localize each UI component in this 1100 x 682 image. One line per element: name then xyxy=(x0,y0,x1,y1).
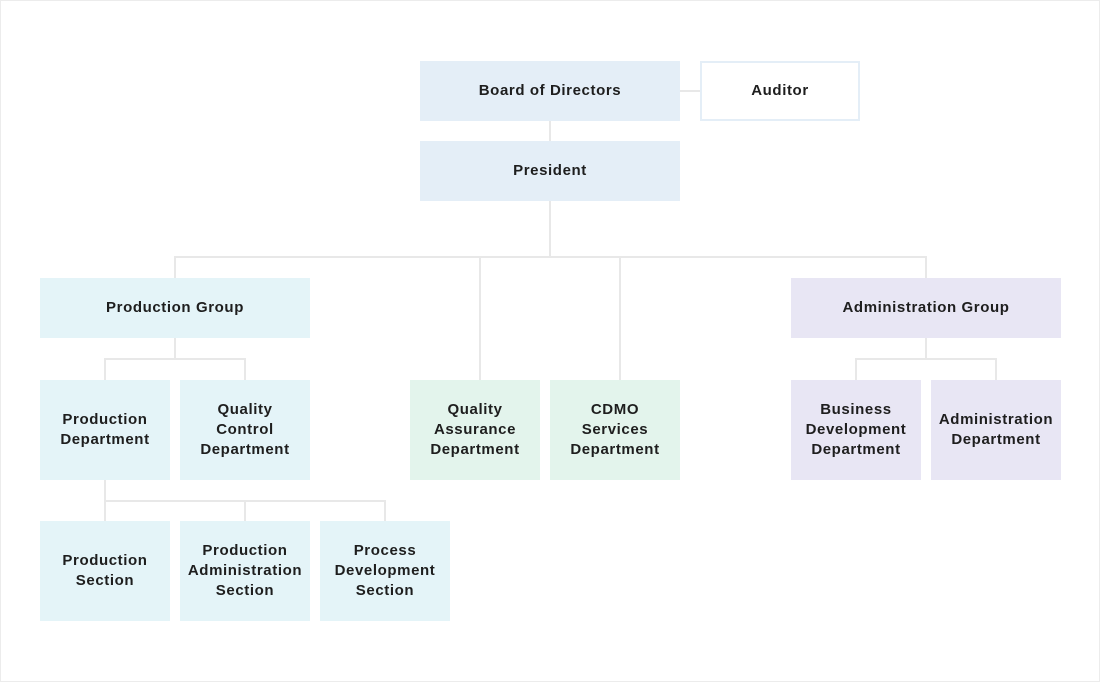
connector-to-quality-assurance xyxy=(479,256,481,380)
connector-level2-horizontal xyxy=(174,256,927,258)
connector-to-quality-control xyxy=(244,358,246,380)
node-quality-control-department: Quality Control Department xyxy=(180,380,310,480)
node-president: President xyxy=(420,141,680,201)
node-administration-department: Administration Department xyxy=(931,380,1061,480)
connector-president-down xyxy=(549,201,551,257)
node-production-group: Production Group xyxy=(40,278,310,338)
node-production-administration-section: Production Administration Section xyxy=(180,521,310,621)
connector-to-production-section xyxy=(104,500,106,521)
connector-admin-group-horizontal xyxy=(855,358,997,360)
connector-to-administration-group xyxy=(925,256,927,278)
node-auditor: Auditor xyxy=(700,61,860,121)
connector-to-process-dev-section xyxy=(384,500,386,521)
connector-to-production-department xyxy=(104,358,106,380)
connector-production-department-down xyxy=(104,480,106,501)
node-administration-group: Administration Group xyxy=(791,278,1061,338)
node-board-of-directors: Board of Directors xyxy=(420,61,680,121)
node-quality-assurance-department: Quality Assurance Department xyxy=(410,380,540,480)
connector-board-president xyxy=(549,121,551,141)
connector-to-production-admin-section xyxy=(244,500,246,521)
connector-to-cdmo xyxy=(619,256,621,380)
node-process-development-section: Process Development Section xyxy=(320,521,450,621)
connector-to-production-group xyxy=(174,256,176,278)
connector-admin-group-down xyxy=(925,338,927,359)
connector-to-administration-department xyxy=(995,358,997,380)
connector-board-auditor xyxy=(680,90,700,92)
node-business-development-department: Business Development Department xyxy=(791,380,921,480)
connector-production-group-down xyxy=(174,338,176,359)
node-production-department: Production Department xyxy=(40,380,170,480)
node-cdmo-services-department: CDMO Services Department xyxy=(550,380,680,480)
node-production-section: Production Section xyxy=(40,521,170,621)
connector-production-group-horizontal xyxy=(104,358,246,360)
connector-to-business-development xyxy=(855,358,857,380)
